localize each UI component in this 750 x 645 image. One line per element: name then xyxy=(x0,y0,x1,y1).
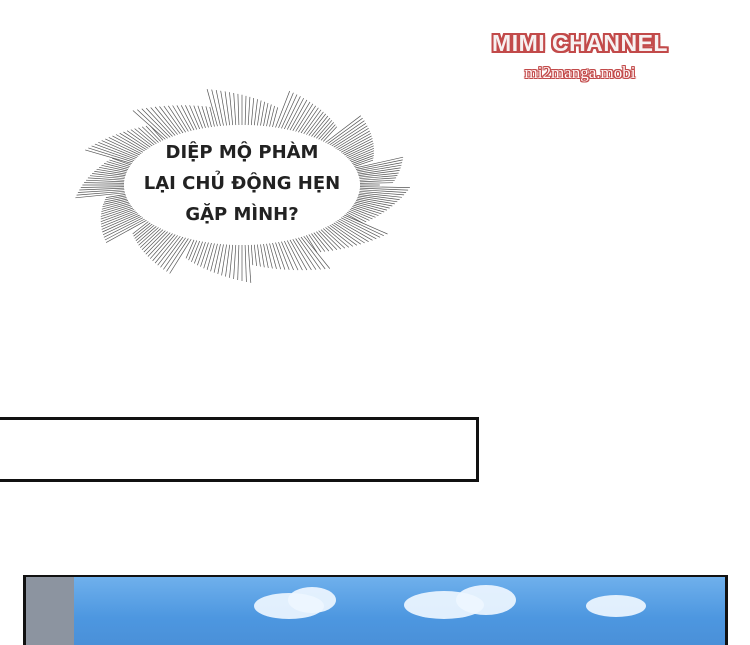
burst-line xyxy=(201,105,209,128)
burst-line xyxy=(257,100,262,126)
burst-line xyxy=(244,244,247,283)
burst-line xyxy=(300,107,319,134)
burst-line xyxy=(172,105,189,132)
burst-line xyxy=(253,99,258,126)
burst-line xyxy=(197,105,206,129)
burst-line xyxy=(233,92,237,126)
cloud xyxy=(288,587,336,613)
burst-line xyxy=(215,90,224,126)
sky-panel xyxy=(23,575,728,645)
burst-line xyxy=(203,242,212,269)
burst-line xyxy=(244,95,247,126)
watermark: MIMI CHANNEL mi2manga.mobi xyxy=(480,30,680,83)
burst-line xyxy=(247,244,252,283)
burst-line xyxy=(168,105,186,133)
burst-line xyxy=(260,244,265,268)
bubble-text: DIỆP MỘ PHÀM LẠI CHỦ ĐỘNG HẸN GẶP MÌNH? xyxy=(72,137,412,230)
bubble-line-1: DIỆP MỘ PHÀM xyxy=(165,142,319,163)
burst-line xyxy=(289,239,308,271)
cloud xyxy=(456,585,516,615)
burst-line xyxy=(213,243,221,273)
burst-line xyxy=(210,243,218,272)
burst-line xyxy=(308,113,326,136)
watermark-url: mi2manga.mobi xyxy=(524,63,636,82)
bubble-line-3: GẶP MÌNH? xyxy=(185,204,299,225)
bubble-line-2: LẠI CHỦ ĐỘNG HẸN xyxy=(143,173,341,194)
watermark-title: MIMI CHANNEL xyxy=(492,30,668,56)
burst-line xyxy=(253,244,257,266)
burst-line xyxy=(229,92,234,126)
burst-line xyxy=(250,244,254,266)
burst-line xyxy=(229,244,234,278)
cloud xyxy=(586,595,646,617)
burst-line xyxy=(180,105,195,131)
panel-gray-strip xyxy=(26,577,74,645)
burst-line xyxy=(281,94,298,129)
burst-line xyxy=(283,96,301,130)
burst-line xyxy=(200,242,209,267)
burst-line xyxy=(206,243,215,270)
burst-line xyxy=(306,111,324,135)
thought-bubble: DIỆP MỘ PHÀM LẠI CHỦ ĐỘNG HẸN GẶP MÌNH? xyxy=(72,85,412,285)
burst-line xyxy=(283,240,299,271)
burst-line xyxy=(233,244,237,280)
burst-line xyxy=(298,105,316,133)
burst-line xyxy=(247,96,251,126)
burst-line xyxy=(311,115,329,137)
burst-line xyxy=(137,109,168,139)
burst-line xyxy=(257,244,261,267)
burst-line xyxy=(316,231,334,251)
burst-line xyxy=(237,244,240,281)
burst-line xyxy=(311,233,326,252)
burst-line xyxy=(286,97,305,130)
burst-line xyxy=(303,109,322,135)
burst-line xyxy=(250,97,255,126)
burst-line xyxy=(272,242,282,270)
burst-line xyxy=(269,243,277,269)
empty-panel-frame xyxy=(0,417,479,482)
burst-line xyxy=(237,93,240,126)
